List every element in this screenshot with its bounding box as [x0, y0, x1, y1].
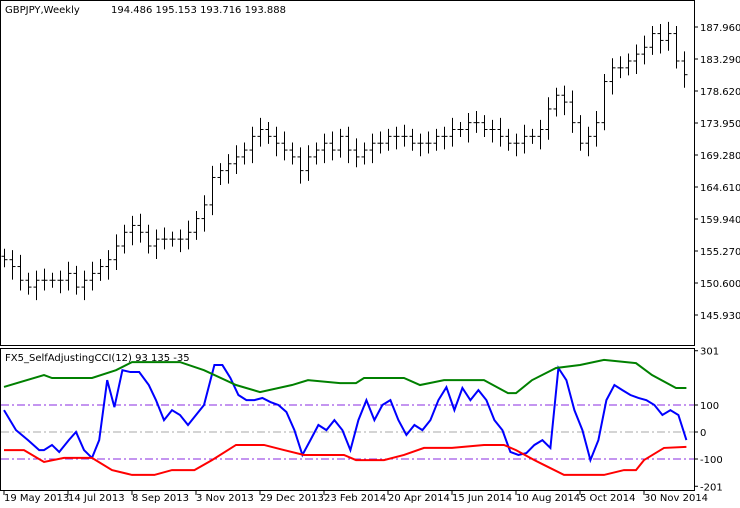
- indicator-tick-label: 100: [700, 401, 719, 412]
- price-axis: 187.960 183.290 178.620 173.950 169.280 164.6…: [694, 23, 740, 322]
- main-chart-frame: [0, 0, 695, 346]
- chart-canvas[interactable]: GBPJPY,Weekly 194.486 195.153 193.716 19…: [0, 0, 740, 508]
- price-tick-label: 150.600: [700, 279, 740, 290]
- price-tick-label: 155.270: [700, 247, 740, 258]
- price-tick-label: 173.950: [700, 119, 740, 130]
- price-tick-label: 164.610: [700, 183, 740, 194]
- time-label: 15 Jun 2014: [452, 493, 512, 504]
- indicator-axis: 301 100 0 -100 -201: [694, 347, 723, 493]
- time-label: 23 Feb 2014: [324, 493, 386, 504]
- indicator-tick-label: 301: [700, 347, 719, 358]
- time-label: 3 Nov 2013: [196, 493, 254, 504]
- price-tick-label: 169.280: [700, 151, 740, 162]
- time-label: 29 Dec 2013: [260, 493, 324, 504]
- symbol-label: GBPJPY,Weekly: [5, 5, 80, 16]
- ohlc-label: 194.486 195.153 193.716 193.888: [111, 5, 286, 16]
- time-label: 10 Aug 2014: [516, 493, 580, 504]
- indicator-tick-label: -100: [700, 455, 723, 466]
- time-label: 30 Nov 2014: [644, 493, 708, 504]
- time-label: 8 Sep 2013: [132, 493, 189, 504]
- price-tick-label: 183.290: [700, 55, 740, 66]
- price-tick-label: 159.940: [700, 215, 740, 226]
- time-label: 14 Jul 2013: [68, 493, 125, 504]
- time-label: 5 Oct 2014: [580, 493, 635, 504]
- price-tick-label: 178.620: [700, 87, 740, 98]
- trading-chart-window: GBPJPY,Weekly 194.486 195.153 193.716 19…: [0, 0, 740, 508]
- time-label: 19 May 2013: [4, 493, 69, 504]
- price-tick-label: 145.930: [700, 311, 740, 322]
- price-tick-label: 187.960: [700, 23, 740, 34]
- time-axis: 19 May 201314 Jul 2013 8 Sep 2013 3 Nov 20…: [3, 491, 708, 504]
- time-label: 20 Apr 2014: [388, 493, 450, 504]
- indicator-tick-label: -201: [700, 482, 723, 493]
- indicator-tick-label: 0: [700, 428, 706, 439]
- indicator-frame: [0, 348, 695, 491]
